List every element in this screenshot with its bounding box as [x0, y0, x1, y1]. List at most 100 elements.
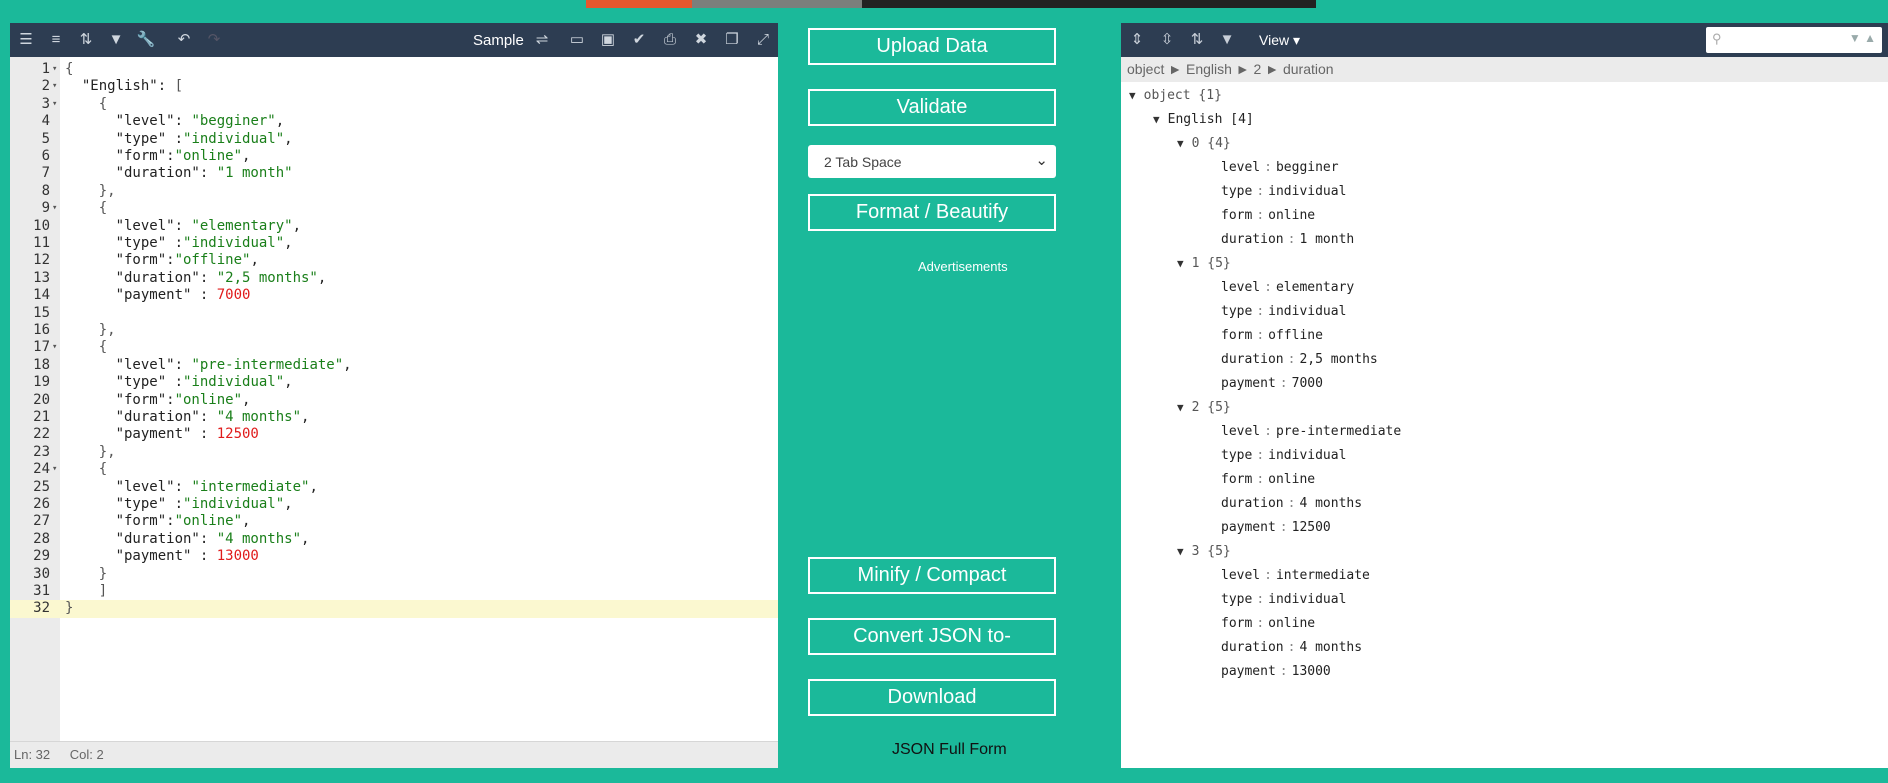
sort-icon[interactable]: ⇅ — [76, 31, 96, 49]
code-line[interactable]: 21 "duration": "4 months", — [10, 409, 778, 426]
validate-button[interactable]: Validate — [808, 89, 1056, 126]
code-line[interactable]: 7 "duration": "1 month" — [10, 165, 778, 182]
repair-icon[interactable]: 🔧 — [136, 31, 156, 49]
copy-icon[interactable]: ❐ — [722, 31, 742, 49]
code-line[interactable]: 2 ▾ "English": [ — [10, 78, 778, 95]
tree-node[interactable]: ▼ 0 {4} — [1177, 132, 1231, 156]
code-line[interactable]: 23 }, — [10, 444, 778, 461]
tree-field[interactable]: duration:1 month — [1221, 228, 1354, 252]
tree-node[interactable]: ▼ 2 {5} — [1177, 396, 1231, 420]
tree-field[interactable]: type: individual — [1221, 444, 1346, 468]
tree-field[interactable]: form: online — [1221, 468, 1315, 492]
clear-icon[interactable]: ✖ — [691, 31, 711, 49]
code-line[interactable]: 25 "level": "intermediate", — [10, 479, 778, 496]
fold-toggle-icon[interactable]: ▾ — [52, 200, 57, 217]
search-input[interactable]: ⚲ ▼ ▲ — [1706, 27, 1882, 53]
fold-toggle-icon[interactable]: ▾ — [52, 96, 57, 113]
json-full-form-link[interactable]: JSON Full Form — [892, 741, 1007, 759]
tree-node[interactable]: ▼ object {1} — [1129, 84, 1222, 108]
code-line[interactable]: 11 "type" :"individual", — [10, 235, 778, 252]
expand-toggle-icon[interactable]: ▼ — [1177, 401, 1184, 414]
tree-field[interactable]: payment:13000 — [1221, 660, 1331, 684]
tree-field[interactable]: duration:2,5 months — [1221, 348, 1378, 372]
code-line[interactable]: 29 "payment" : 13000 — [10, 548, 778, 565]
code-line[interactable]: 26 "type" :"individual", — [10, 496, 778, 513]
code-line[interactable]: 8 }, — [10, 183, 778, 200]
expand-toggle-icon[interactable]: ▼ — [1153, 113, 1160, 126]
code-line[interactable]: 9 ▾ { — [10, 200, 778, 217]
sample-button[interactable]: Sample — [473, 32, 524, 49]
collapse-all-icon[interactable]: ⇳ — [1157, 31, 1177, 49]
expand-toggle-icon[interactable]: ▼ — [1129, 89, 1136, 102]
redo-icon[interactable]: ↷ — [204, 31, 224, 49]
tree-field[interactable]: level: elementary — [1221, 276, 1354, 300]
code-line[interactable]: 3 ▾ { — [10, 96, 778, 113]
tree-field[interactable]: form: offline — [1221, 324, 1323, 348]
code-line[interactable]: 10 "level": "elementary", — [10, 218, 778, 235]
expand-toggle-icon[interactable]: ▼ — [1177, 545, 1184, 558]
tree-field[interactable]: payment:7000 — [1221, 372, 1323, 396]
code-area[interactable]: 1 ▾{2 ▾ "English": [3 ▾ {4 "level": "beggin… — [10, 57, 778, 742]
code-line[interactable]: 13 "duration": "2,5 months", — [10, 270, 778, 287]
breadcrumb[interactable]: object ► English ► 2 ► duration — [1121, 57, 1888, 82]
code-line[interactable]: 14 "payment" : 7000 — [10, 287, 778, 304]
tree-field[interactable]: payment:12500 — [1221, 516, 1331, 540]
print-icon[interactable]: ⎙ — [660, 31, 680, 49]
code-line[interactable]: 22 "payment" : 12500 — [10, 426, 778, 443]
search-nav-icon[interactable]: ▼ ▲ — [1849, 31, 1876, 45]
code-line[interactable]: 31 ] — [10, 583, 778, 600]
tree-field[interactable]: duration:4 months — [1221, 492, 1362, 516]
code-line[interactable]: 30 } — [10, 566, 778, 583]
code-line[interactable]: 18 "level": "pre-intermediate", — [10, 357, 778, 374]
format-icon[interactable]: ☰ — [16, 31, 36, 49]
fold-toggle-icon[interactable]: ▾ — [52, 78, 57, 95]
tree-field[interactable]: form: online — [1221, 204, 1315, 228]
download-button[interactable]: Download — [808, 679, 1056, 716]
compact-icon[interactable]: ≡ — [46, 31, 66, 49]
tree-node[interactable]: ▼ 3 {5} — [1177, 540, 1231, 564]
indent-select[interactable]: 2 Tab Space ⌄ — [808, 145, 1056, 178]
code-line[interactable]: 24 ▾ { — [10, 461, 778, 478]
code-line[interactable]: 20 "form":"online", — [10, 392, 778, 409]
tree-field[interactable]: type: individual — [1221, 180, 1346, 204]
tree-field[interactable]: form: online — [1221, 612, 1315, 636]
filter-icon[interactable]: ▼ — [1217, 31, 1237, 49]
undo-icon[interactable]: ↶ — [174, 31, 194, 49]
tree-field[interactable]: duration:4 months — [1221, 636, 1362, 660]
fold-toggle-icon[interactable]: ▾ — [52, 61, 57, 78]
tree-field[interactable]: type: individual — [1221, 588, 1346, 612]
minify-compact-button[interactable]: Minify / Compact — [808, 557, 1056, 594]
code-line[interactable]: 16 }, — [10, 322, 778, 339]
code-line[interactable]: 17 ▾ { — [10, 339, 778, 356]
tree-field[interactable]: level: begginer — [1221, 156, 1339, 180]
fold-toggle-icon[interactable]: ▾ — [52, 339, 57, 356]
code-line[interactable]: 5 "type" :"individual", — [10, 131, 778, 148]
view-menu[interactable]: View ▾ — [1259, 32, 1300, 49]
code-line[interactable]: 27 "form":"online", — [10, 513, 778, 530]
code-line[interactable]: 32} — [10, 600, 778, 618]
upload-data-button[interactable]: Upload Data — [808, 28, 1056, 65]
tree-field[interactable]: level: pre-intermediate — [1221, 420, 1401, 444]
code-line[interactable]: 1 ▾ { — [10, 61, 778, 78]
usb-icon[interactable]: ⇌ — [532, 31, 552, 49]
tree-node[interactable]: ▼ English [4] — [1153, 108, 1254, 132]
fold-toggle-icon[interactable]: ▾ — [52, 461, 57, 478]
fullscreen-icon[interactable]: ⤢ — [753, 31, 773, 49]
code-line[interactable]: 12 "form":"offline", — [10, 252, 778, 269]
code-line[interactable]: 15 — [10, 305, 778, 322]
code-line[interactable]: 28 "duration": "4 months", — [10, 531, 778, 548]
format-beautify-button[interactable]: Format / Beautify — [808, 194, 1056, 231]
expand-toggle-icon[interactable]: ▼ — [1177, 257, 1184, 270]
filter-icon[interactable]: ▼ — [106, 31, 126, 49]
folder-open-icon[interactable]: ▭ — [567, 31, 587, 49]
convert-json-button[interactable]: Convert JSON to- — [808, 618, 1056, 655]
code-line[interactable]: 4 "level": "begginer", — [10, 113, 778, 130]
tree-node[interactable]: ▼ 1 {5} — [1177, 252, 1231, 276]
check-icon[interactable]: ✔ — [629, 31, 649, 49]
sort-icon[interactable]: ⇅ — [1187, 31, 1207, 49]
code-line[interactable]: 19 "type" :"individual", — [10, 374, 778, 391]
tree-field[interactable]: type: individual — [1221, 300, 1346, 324]
code-line[interactable]: 6 "form":"online", — [10, 148, 778, 165]
tree-field[interactable]: level: intermediate — [1221, 564, 1370, 588]
expand-toggle-icon[interactable]: ▼ — [1177, 137, 1184, 150]
